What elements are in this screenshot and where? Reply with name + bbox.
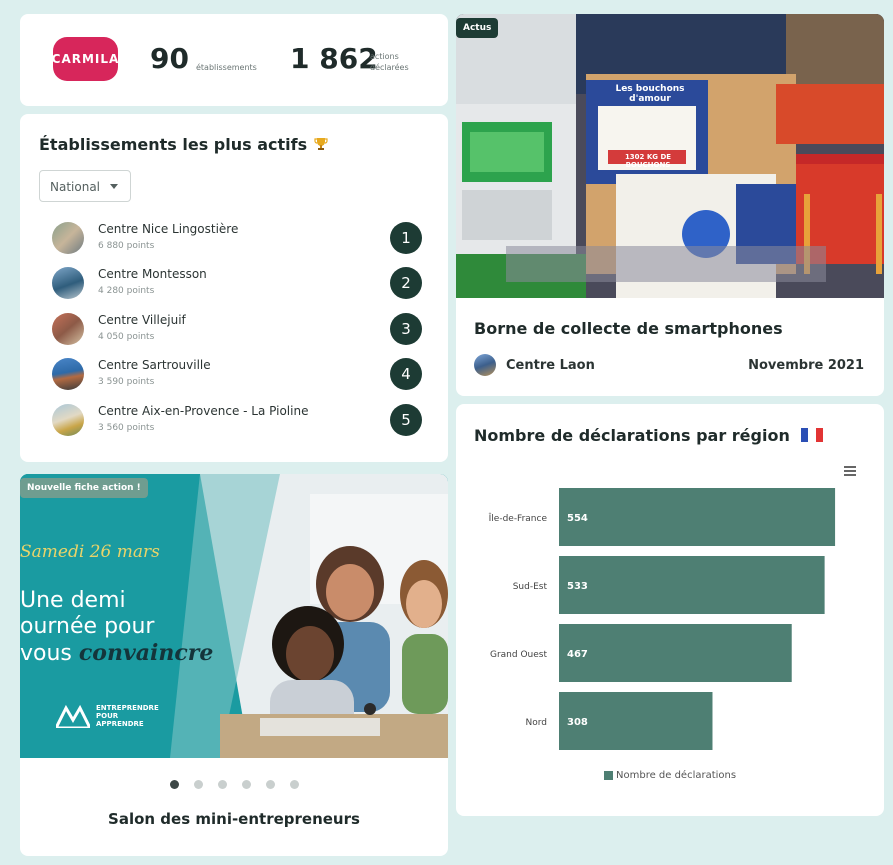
rank-badge: 5 [390, 404, 422, 436]
bar-value-label: 533 [567, 581, 588, 592]
legend-swatch [604, 771, 613, 780]
bar-sud-est[interactable] [559, 556, 825, 614]
ranking-item[interactable]: Centre Sartrouville 3 590 points 4 [52, 356, 422, 392]
bar--le-de-france[interactable] [559, 488, 836, 546]
carousel-dot[interactable] [193, 780, 203, 789]
logo-text: CARMILA [51, 52, 120, 66]
center-avatar [52, 267, 84, 299]
france-flag-icon [801, 428, 824, 442]
center-points: 4 280 points [98, 286, 155, 296]
ranking-item[interactable]: Centre Aix-en-Provence - La Pioline 3 56… [52, 402, 422, 438]
ranking-title-text: Établissements les plus actifs [39, 135, 308, 154]
chart-legend[interactable]: Nombre de déclarations [604, 770, 736, 781]
entreprendre-pour-apprendre-logo: ENTREPRENDRE POUR APPRENDRE [56, 704, 159, 728]
center-name: Centre Nice Lingostière [98, 222, 239, 236]
bouchons-sign-line1: Les bouchons [615, 84, 685, 94]
chart-title-text: Nombre de déclarations par région [474, 426, 790, 445]
bouchons-sign-line2: d'amour [629, 94, 671, 104]
actions-label-line2: déclarées [370, 63, 409, 72]
category-label: Sud-Est [513, 582, 548, 592]
ranking-item[interactable]: Centre Villejuif 4 050 points 3 [52, 311, 422, 347]
new-action-badge: Nouvelle fiche action ! [20, 478, 148, 498]
promo-date: Samedi 26 mars [20, 542, 160, 562]
center-points: 3 560 points [98, 423, 155, 433]
center-avatar [474, 354, 496, 376]
promo-headline-line1: Une demi [20, 588, 126, 613]
carousel-dot[interactable] [241, 780, 251, 789]
news-title[interactable]: Borne de collecte de smartphones [474, 319, 783, 338]
actions-count: 1 862 [290, 42, 378, 75]
bar-value-label: 554 [567, 513, 588, 524]
epa-logo-line3: APPRENDRE [96, 720, 144, 728]
region-filter-select[interactable]: National [39, 170, 131, 202]
establishments-label: établissements [196, 63, 257, 72]
actions-label-line1: actions [370, 52, 399, 61]
center-points: 3 590 points [98, 377, 155, 387]
news-image: Actus Les bouchons d'amour 1302 KG DE BO… [456, 14, 884, 298]
promo-headline-emphasis: convaincre [78, 640, 214, 666]
promo-headline-line2: ournée pour [20, 614, 155, 639]
promo-caption[interactable]: Salon des mini-entrepreneurs [20, 810, 448, 828]
news-badge: Actus [456, 18, 499, 38]
ranking-title: Établissements les plus actifs [39, 135, 329, 154]
establishments-count: 90 [150, 42, 189, 75]
stats-card: CARMILA 90 établissements 1 862 actions … [20, 14, 448, 106]
center-name: Centre Aix-en-Provence - La Pioline [98, 404, 309, 418]
center-name: Centre Sartrouville [98, 358, 211, 372]
epa-mountain-icon [56, 704, 90, 728]
bar-chart: Île-de-France 554 Sud-Est 533 Grand Ouest 467… [488, 488, 836, 750]
bar-value-label: 467 [567, 649, 588, 660]
carousel-dot[interactable] [169, 780, 179, 789]
center-avatar [52, 222, 84, 254]
chart-title: Nombre de déclarations par région [474, 426, 824, 445]
rank-badge: 2 [390, 267, 422, 299]
epa-logo-line1: ENTREPRENDRE [96, 704, 159, 712]
carousel-dot[interactable] [289, 780, 299, 789]
region-chart-card: Nombre de déclarations par région Île-de… [456, 404, 884, 816]
bar-grand-ouest[interactable] [559, 624, 792, 682]
carousel-dot[interactable] [265, 780, 275, 789]
center-avatar [52, 313, 84, 345]
ranking-item[interactable]: Centre Nice Lingostière 6 880 points 1 [52, 220, 422, 256]
rank-badge: 1 [390, 222, 422, 254]
rank-badge: 4 [390, 358, 422, 390]
promo-headline-line3-plain: vous [20, 641, 79, 666]
trophy-icon [314, 138, 328, 150]
region-filter-value: National [50, 180, 101, 194]
promo-headline: Une demi ournée pour vous convaincre [20, 588, 213, 667]
news-card[interactable]: Actus Les bouchons d'amour 1302 KG DE BO… [456, 14, 884, 396]
center-avatar [52, 404, 84, 436]
epa-logo-line2: POUR [96, 712, 119, 720]
legend-label: Nombre de déclarations [616, 770, 737, 781]
center-points: 4 050 points [98, 332, 155, 342]
carousel-dot[interactable] [217, 780, 227, 789]
promo-banner-image[interactable]: Nouvelle fiche action ! Samedi 26 mars U… [20, 474, 448, 758]
promo-headline-line3: vous convaincre [20, 640, 213, 667]
category-label: Grand Ouest [490, 650, 547, 660]
center-name: Centre Montesson [98, 267, 207, 281]
bouchons-sign-kg: 1302 KG DE BOUCHONS [624, 153, 672, 169]
news-date: Novembre 2021 [748, 358, 864, 373]
carmila-logo: CARMILA [51, 37, 120, 81]
ranking-item[interactable]: Centre Montesson 4 280 points 2 [52, 265, 422, 301]
category-label: Île-de-France [488, 512, 548, 524]
chevron-down-icon [110, 184, 118, 189]
bouchons-sign: Les bouchons d'amour [610, 84, 690, 104]
ranking-card: Établissements les plus actifs National … [20, 114, 448, 462]
center-name: Centre Villejuif [98, 313, 186, 327]
bar-value-label: 308 [567, 717, 588, 728]
center-points: 6 880 points [98, 241, 155, 251]
news-center-name[interactable]: Centre Laon [506, 358, 595, 373]
category-label: Nord [526, 718, 548, 728]
center-avatar [52, 358, 84, 390]
promo-carousel-card: Nouvelle fiche action ! Samedi 26 mars U… [20, 474, 448, 856]
carousel-dots [20, 780, 448, 789]
rank-badge: 3 [390, 313, 422, 345]
